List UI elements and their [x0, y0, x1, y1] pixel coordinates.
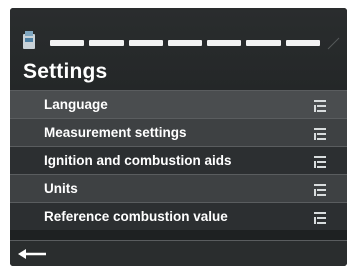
progress-indicator	[50, 40, 320, 46]
menu-item-label: Units	[44, 181, 78, 196]
menu-item-language[interactable]: Language	[10, 90, 347, 118]
progress-segment	[207, 40, 242, 46]
title-bar: Settings	[10, 8, 347, 90]
progress-segment	[128, 40, 163, 46]
menu-item-label: Ignition and combustion aids	[44, 153, 232, 168]
footer-bar	[10, 240, 347, 266]
list-icon	[314, 155, 326, 168]
menu-item-ignition-combustion-aids[interactable]: Ignition and combustion aids	[10, 146, 347, 174]
progress-segment	[167, 40, 203, 46]
list-icon	[314, 127, 326, 140]
resize-icon	[326, 36, 340, 50]
menu-item-measurement-settings[interactable]: Measurement settings	[10, 118, 347, 146]
list-icon	[314, 183, 326, 196]
progress-segment	[285, 40, 320, 46]
menu-item-label: Measurement settings	[44, 125, 187, 140]
list-icon	[314, 99, 326, 112]
page-title: Settings	[23, 60, 108, 83]
menu-item-label: Reference combustion value	[44, 209, 228, 224]
settings-menu: Language Measurement settings Ignition a…	[10, 90, 347, 230]
menu-item-units[interactable]: Units	[10, 174, 347, 202]
list-icon	[314, 211, 326, 224]
device-icon	[22, 30, 36, 50]
progress-segment	[89, 40, 124, 46]
device-screen: Settings Language Measurement settings I…	[10, 8, 347, 266]
progress-segment	[50, 40, 85, 46]
menu-item-label: Language	[44, 97, 108, 112]
progress-segment	[246, 40, 281, 46]
back-arrow-icon[interactable]	[18, 247, 48, 259]
menu-item-reference-combustion-value[interactable]: Reference combustion value	[10, 202, 347, 230]
